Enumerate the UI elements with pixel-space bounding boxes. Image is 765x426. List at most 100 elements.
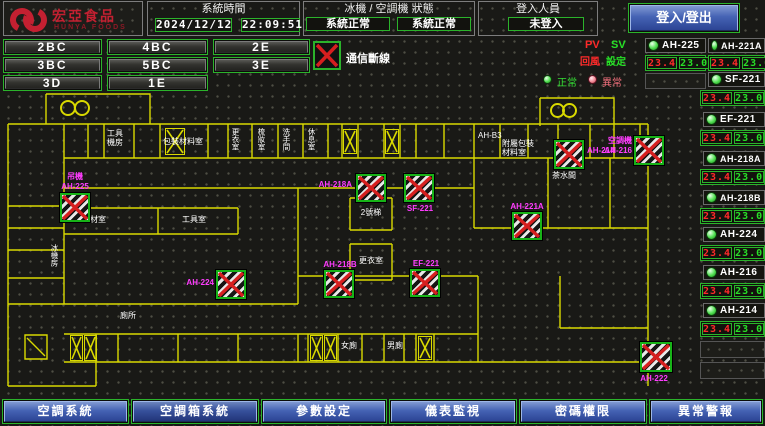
nav-ac-system[interactable]: 空調系統: [4, 401, 127, 422]
room-label: 洗手間: [282, 128, 290, 151]
ahu-marker-sf-221[interactable]: [404, 174, 434, 202]
device-led-icon: [706, 114, 717, 125]
device-tag-ah-225[interactable]: AH-225: [645, 38, 706, 53]
device-tag-sf-221[interactable]: SF-221: [708, 72, 765, 87]
stair-x-icon: [70, 335, 83, 361]
device-led-icon: [706, 305, 717, 316]
nav-wrap: 空調箱系統: [131, 399, 259, 424]
device-led-icon: [706, 192, 717, 203]
floor-button-4bc[interactable]: 4BC: [109, 41, 206, 53]
ahu-marker-ah-218b[interactable]: [324, 270, 354, 298]
device-values: 23.423.0: [700, 245, 765, 261]
login-status-value: 未登入: [508, 17, 584, 31]
ahu-marker-ah-218a[interactable]: [356, 174, 386, 202]
empty-panel-box: [700, 341, 765, 358]
floor-button-wrap: 3BC: [3, 57, 102, 73]
logo-text: 宏亞食品: [52, 6, 116, 26]
device-tag-ef-221[interactable]: EF-221: [703, 112, 765, 127]
device-values: 23.423.0: [700, 90, 765, 106]
device-values: 23.423.0: [700, 283, 765, 299]
stair-x-icon: [418, 336, 432, 360]
room-label: 冰機房: [50, 244, 58, 267]
device-tag-ah-221a[interactable]: AH-221A: [708, 38, 765, 53]
ahu-marker-ah-221a[interactable]: [512, 212, 542, 240]
sv-name-label: 設定: [606, 53, 626, 68]
ahu-marker-ah-214[interactable]: [554, 140, 584, 169]
empty-panel-box: [645, 73, 706, 89]
logo-subtext: HUNYA FOODS: [54, 24, 127, 31]
floor-plan-map: 工具機房 包裝材料室 更衣室 梳妝室 洗手間 休息室 AH-B3 附屬包裝材料室…: [0, 88, 694, 396]
floor-button-2e[interactable]: 2E: [215, 41, 308, 53]
floor-button-5bc[interactable]: 5BC: [109, 59, 206, 71]
nav-wrap: 異常警報: [649, 399, 763, 424]
stair-x-icon: [385, 129, 399, 154]
marker-label: AH-218B: [318, 260, 362, 269]
floor-button-wrap: 3E: [213, 57, 310, 73]
login-logout-button[interactable]: 登入/登出: [630, 5, 738, 31]
nav-wrap: 空調系統: [2, 399, 129, 424]
floor-button-wrap: 4BC: [107, 39, 208, 55]
device-values: 23.423.0: [700, 169, 765, 185]
nav-meter-monitoring[interactable]: 儀表監視: [391, 401, 515, 422]
device-values: 23.423.0: [708, 55, 765, 71]
device-tag-ah-224[interactable]: AH-224: [703, 227, 765, 242]
marker-label: AH-221A: [504, 202, 550, 211]
device-values: 23.423.0: [700, 130, 765, 146]
room-label: 廁所: [120, 312, 136, 321]
room-label: 女廁: [341, 342, 357, 351]
room-label: AH-B3: [478, 132, 502, 141]
ahu-marker-ef-221[interactable]: [410, 269, 440, 297]
room-label: 梳妝室: [257, 128, 265, 151]
marker-label: AH-216: [596, 146, 632, 155]
nav-alarm[interactable]: 異常警報: [651, 401, 761, 422]
nav-parameter-settings[interactable]: 參數設定: [263, 401, 385, 422]
marker-label: EF-221: [404, 259, 448, 268]
floor-button-3e[interactable]: 3E: [215, 59, 308, 71]
stair-spiral-icon: [58, 99, 102, 121]
nav-ahu-system[interactable]: 空調箱系統: [133, 401, 257, 422]
abnormal-led-icon: [588, 75, 597, 84]
device-values: 23.423.0: [645, 55, 706, 71]
system-clock-value: 22:09:51: [241, 18, 300, 32]
floor-button-3bc[interactable]: 3BC: [5, 59, 100, 71]
device-led-icon: [706, 229, 717, 240]
pv-header: PV: [585, 39, 600, 51]
device-tag-ah-214[interactable]: AH-214: [703, 303, 765, 318]
ahu-marker-ah-216[interactable]: [634, 136, 664, 165]
room-label: 附屬包裝材料室: [502, 140, 538, 157]
floor-button-2bc[interactable]: 2BC: [5, 41, 100, 53]
stair-spiral-icon: [548, 102, 588, 122]
machine-status-label: 冰機 / 空調機 狀態: [304, 2, 474, 17]
nav-wrap: 參數設定: [261, 399, 387, 424]
marker-label: AH-225: [52, 182, 98, 191]
nav-wrap: 密碼權限: [519, 399, 647, 424]
comm-loss-label: 通信斷線: [346, 50, 390, 66]
ahu-marker-ah-222[interactable]: [640, 342, 672, 372]
room-label: 工具室: [182, 216, 206, 225]
device-led-icon: [648, 40, 659, 51]
ahu-marker-ah-225[interactable]: [60, 193, 90, 222]
stair-x-icon: [324, 335, 337, 361]
sv-header: SV: [611, 39, 626, 51]
nav-wrap: 儀表監視: [389, 399, 517, 424]
room-label: 更衣室: [231, 128, 239, 151]
device-led-icon: [711, 74, 722, 85]
device-tag-ah-218a[interactable]: AH-218A: [703, 151, 765, 166]
device-led-icon: [706, 267, 717, 278]
floor-button-wrap: 2E: [213, 39, 310, 55]
marker-label: AH-218A: [310, 180, 352, 189]
empty-panel-box: [700, 362, 765, 379]
device-values: 23.423.0: [700, 321, 765, 337]
device-tag-ah-216[interactable]: AH-216: [703, 265, 765, 280]
pv-name-label: 回風: [580, 53, 600, 68]
device-led-icon: [706, 153, 717, 164]
nav-password-permissions[interactable]: 密碼權限: [521, 401, 645, 422]
room-label: 包裝材料室: [163, 138, 203, 147]
marker-label: 空調機: [598, 136, 632, 145]
ahu-marker-ah-224[interactable]: [216, 270, 246, 299]
normal-led-icon: [543, 75, 552, 84]
device-tag-ah-218b[interactable]: AH-218B: [703, 190, 765, 205]
device-values: 23.423.0: [700, 208, 765, 224]
marker-label: 吊機: [52, 172, 98, 181]
chiller-status-value: 系統正常: [306, 17, 390, 31]
